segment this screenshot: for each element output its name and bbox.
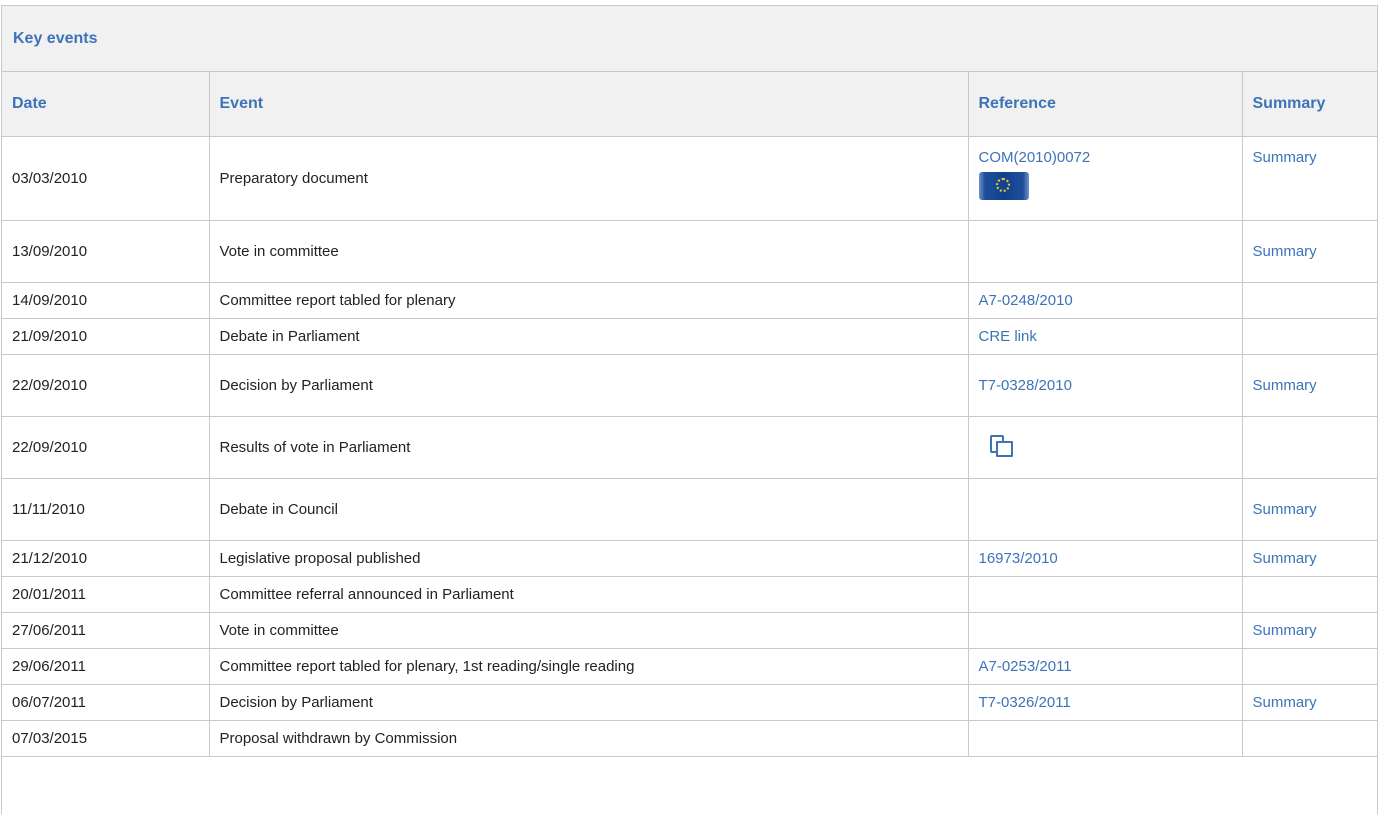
section-title: Key events: [2, 6, 1377, 72]
row-reference: [967, 719, 1243, 757]
table-row: 21/12/2010 Legislative proposal publishe…: [2, 539, 1377, 577]
table-row: 20/01/2011 Committee referral announced …: [2, 575, 1377, 613]
row-date: 14/09/2010: [2, 281, 210, 319]
key-events-panel: Key events Date Event Reference Summary …: [1, 5, 1378, 814]
row-summary: [1241, 647, 1377, 685]
table-row: 06/07/2011 Decision by Parliament T7-032…: [2, 683, 1377, 721]
row-reference: [967, 415, 1243, 479]
row-event: Decision by Parliament: [208, 683, 969, 721]
row-summary: Summary: [1241, 477, 1377, 541]
reference-link[interactable]: COM(2010)0072: [979, 149, 1091, 166]
row-reference: T7-0326/2011: [967, 683, 1243, 721]
column-header-summary: Summary: [1242, 72, 1377, 137]
eu-flag-icon[interactable]: [978, 171, 1029, 200]
row-summary: [1241, 575, 1377, 613]
row-summary: Summary: [1241, 611, 1377, 649]
table-row: 07/03/2015 Proposal withdrawn by Commiss…: [2, 719, 1377, 757]
row-reference: 16973/2010: [967, 539, 1243, 577]
summary-link[interactable]: Summary: [1253, 622, 1317, 639]
row-event: Preparatory document: [208, 135, 969, 221]
summary-link[interactable]: Summary: [1253, 550, 1317, 567]
vote-results-icon[interactable]: [987, 433, 1013, 457]
row-reference: CRE link: [967, 317, 1243, 355]
row-summary: Summary: [1241, 219, 1377, 283]
row-date: 27/06/2011: [2, 611, 210, 649]
reference-link[interactable]: 16973/2010: [979, 550, 1058, 567]
table-row: 22/09/2010 Decision by Parliament T7-032…: [2, 353, 1377, 417]
row-date: 13/09/2010: [2, 219, 210, 283]
table-row: 29/06/2011 Committee report tabled for p…: [2, 647, 1377, 685]
row-event: Proposal withdrawn by Commission: [208, 719, 969, 757]
summary-link[interactable]: Summary: [1253, 694, 1317, 711]
column-header-date: Date: [2, 72, 210, 137]
row-reference: [967, 219, 1243, 283]
table-header-row: Date Event Reference Summary: [2, 72, 1377, 137]
row-date: 29/06/2011: [2, 647, 210, 685]
row-event: Decision by Parliament: [208, 353, 969, 417]
summary-link[interactable]: Summary: [1253, 501, 1317, 518]
row-event: Results of vote in Parliament: [208, 415, 969, 479]
row-event: Committee report tabled for plenary: [208, 281, 969, 319]
summary-link[interactable]: Summary: [1253, 377, 1317, 394]
row-date: 06/07/2011: [2, 683, 210, 721]
row-reference: A7-0253/2011: [967, 647, 1243, 685]
row-summary: Summary: [1241, 539, 1377, 577]
row-summary: [1241, 281, 1377, 319]
reference-link[interactable]: A7-0253/2011: [979, 658, 1072, 675]
reference-link[interactable]: T7-0326/2011: [979, 694, 1071, 711]
row-summary: [1241, 317, 1377, 355]
row-date: 21/09/2010: [2, 317, 210, 355]
row-summary: Summary: [1241, 353, 1377, 417]
row-summary: Summary: [1241, 135, 1377, 221]
row-reference: [967, 477, 1243, 541]
table-row: 03/03/2010 Preparatory document COM(2010…: [2, 135, 1377, 221]
table-row: 22/09/2010 Results of vote in Parliament: [2, 415, 1377, 479]
row-date: 20/01/2011: [2, 575, 210, 613]
row-reference: A7-0248/2010: [967, 281, 1243, 319]
row-date: 21/12/2010: [2, 539, 210, 577]
row-date: 22/09/2010: [2, 415, 210, 479]
row-summary: [1241, 719, 1377, 757]
column-header-event: Event: [209, 72, 969, 137]
key-events-table: Date Event Reference Summary 03/03/2010 …: [2, 72, 1377, 757]
table-row: 21/09/2010 Debate in Parliament CRE link: [2, 317, 1377, 355]
row-reference: [967, 611, 1243, 649]
row-event: Committee referral announced in Parliame…: [208, 575, 969, 613]
summary-link[interactable]: Summary: [1253, 243, 1317, 260]
reference-link[interactable]: T7-0328/2010: [979, 377, 1072, 394]
table-row: 14/09/2010 Committee report tabled for p…: [2, 281, 1377, 319]
table-row: 13/09/2010 Vote in committee Summary: [2, 219, 1377, 283]
reference-link[interactable]: A7-0248/2010: [979, 292, 1073, 309]
table-row: 11/11/2010 Debate in Council Summary: [2, 477, 1377, 541]
row-reference: T7-0328/2010: [967, 353, 1243, 417]
row-date: 22/09/2010: [2, 353, 210, 417]
row-event: Debate in Council: [208, 477, 969, 541]
row-reference: [967, 575, 1243, 613]
row-summary: [1241, 415, 1377, 479]
summary-link[interactable]: Summary: [1253, 149, 1317, 166]
row-event: Committee report tabled for plenary, 1st…: [208, 647, 969, 685]
table-row: 27/06/2011 Vote in committee Summary: [2, 611, 1377, 649]
row-event: Debate in Parliament: [208, 317, 969, 355]
reference-link[interactable]: CRE link: [979, 328, 1037, 345]
column-header-reference: Reference: [968, 72, 1243, 137]
row-date: 07/03/2015: [2, 719, 210, 757]
row-date: 11/11/2010: [2, 477, 210, 541]
row-reference: COM(2010)0072: [967, 135, 1243, 221]
row-date: 03/03/2010: [2, 135, 210, 221]
row-event: Vote in committee: [208, 219, 969, 283]
row-event: Legislative proposal published: [208, 539, 969, 577]
row-event: Vote in committee: [208, 611, 969, 649]
row-summary: Summary: [1241, 683, 1377, 721]
